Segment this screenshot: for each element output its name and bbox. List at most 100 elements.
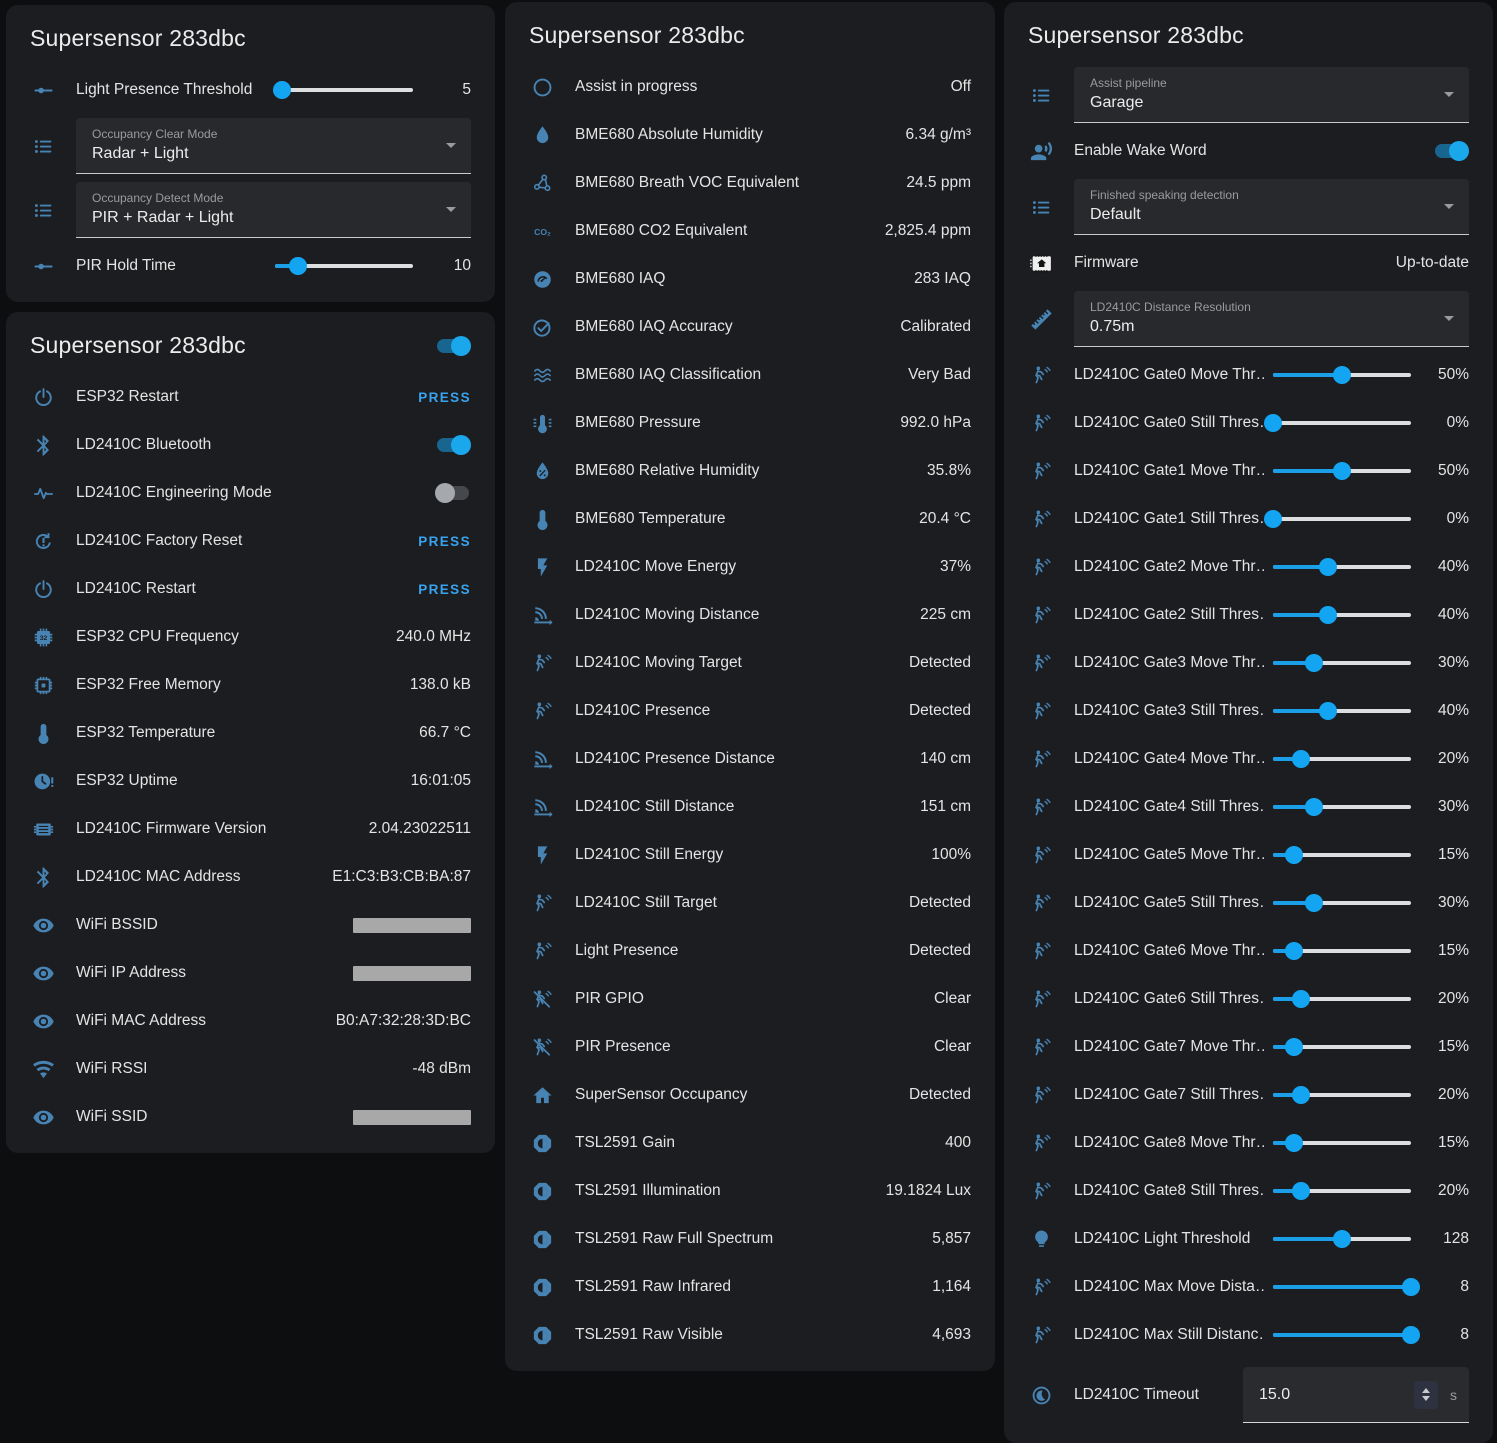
toggle-knob[interactable] bbox=[435, 483, 455, 503]
entity-row[interactable]: LD2410C Gate4 Still Thres…30% bbox=[1020, 783, 1477, 831]
entity-row[interactable]: ESP32 Uptime16:01:05 bbox=[22, 757, 479, 805]
entity-row[interactable]: LD2410C Factory ResetPRESS bbox=[22, 517, 479, 565]
entity-row[interactable]: LD2410C Still Distance151 cm bbox=[521, 783, 979, 831]
entity-row[interactable]: LD2410C MAC AddressE1:C3:B3:CB:BA:87 bbox=[22, 853, 479, 901]
slider-knob[interactable] bbox=[1333, 462, 1351, 480]
threshold-slider[interactable] bbox=[1273, 1229, 1411, 1249]
entity-row[interactable]: TSL2591 Illumination19.1824 Lux bbox=[521, 1167, 979, 1215]
toggle-knob[interactable] bbox=[1449, 141, 1469, 161]
entity-row[interactable]: LD2410C Gate2 Move Thr…40% bbox=[1020, 543, 1477, 591]
threshold-slider[interactable] bbox=[1273, 1133, 1411, 1153]
entity-row[interactable]: LD2410C Gate4 Move Thr…20% bbox=[1020, 735, 1477, 783]
entity-row[interactable]: WiFi IP Address bbox=[22, 949, 479, 997]
entity-row[interactable]: LD2410C Gate5 Move Thr…15% bbox=[1020, 831, 1477, 879]
slider-knob[interactable] bbox=[1292, 1182, 1310, 1200]
entity-row[interactable]: ESP32 Free Memory138.0 kB bbox=[22, 661, 479, 709]
entity-row[interactable]: LD2410C Gate3 Move Thr…30% bbox=[1020, 639, 1477, 687]
entity-row[interactable]: BME680 Absolute Humidity6.34 g/m³ bbox=[521, 111, 979, 159]
entity-row[interactable]: BME680 Relative Humidity35.8% bbox=[521, 447, 979, 495]
entity-row[interactable]: Light PresenceDetected bbox=[521, 927, 979, 975]
threshold-slider[interactable] bbox=[275, 256, 413, 276]
slider-knob[interactable] bbox=[1292, 1086, 1310, 1104]
slider-knob[interactable] bbox=[1402, 1278, 1420, 1296]
number-input[interactable]: 15.0s bbox=[1243, 1367, 1469, 1423]
entity-row[interactable]: LD2410C Gate5 Still Thres…30% bbox=[1020, 879, 1477, 927]
entity-row[interactable]: PIR PresenceClear bbox=[521, 1023, 979, 1071]
entity-row[interactable]: BME680 IAQ ClassificationVery Bad bbox=[521, 351, 979, 399]
slider-knob[interactable] bbox=[1285, 846, 1303, 864]
slider-knob[interactable] bbox=[1319, 606, 1337, 624]
toggle-switch[interactable] bbox=[1433, 141, 1469, 161]
slider-knob[interactable] bbox=[1402, 1326, 1420, 1344]
threshold-slider[interactable] bbox=[1273, 461, 1411, 481]
threshold-slider[interactable] bbox=[1273, 893, 1411, 913]
threshold-slider[interactable] bbox=[1273, 701, 1411, 721]
entity-row[interactable]: LD2410C Still Energy100% bbox=[521, 831, 979, 879]
threshold-slider[interactable] bbox=[1273, 605, 1411, 625]
entity-row[interactable]: LD2410C Gate7 Still Thres…20% bbox=[1020, 1071, 1477, 1119]
slider-knob[interactable] bbox=[1333, 366, 1351, 384]
toggle-switch[interactable] bbox=[435, 435, 471, 455]
slider-knob[interactable] bbox=[1285, 1134, 1303, 1152]
entity-row[interactable]: TSL2591 Raw Full Spectrum5,857 bbox=[521, 1215, 979, 1263]
slider-knob[interactable] bbox=[273, 81, 291, 99]
entity-row[interactable]: BME680 IAQ283 IAQ bbox=[521, 255, 979, 303]
slider-knob[interactable] bbox=[1264, 510, 1282, 528]
entity-row[interactable]: Light Presence Threshold5 bbox=[22, 66, 479, 114]
chevron-up-icon[interactable] bbox=[1422, 1388, 1430, 1393]
slider-knob[interactable] bbox=[1319, 558, 1337, 576]
entity-row[interactable]: LD2410C Timeout15.0s bbox=[1020, 1359, 1477, 1431]
entity-row[interactable]: WiFi RSSI-48 dBm bbox=[22, 1045, 479, 1093]
entity-row[interactable]: TSL2591 Raw Visible4,693 bbox=[521, 1311, 979, 1359]
toggle-knob[interactable] bbox=[451, 435, 471, 455]
entity-row[interactable]: LD2410C Gate8 Move Thr…15% bbox=[1020, 1119, 1477, 1167]
entity-row[interactable]: ESP32 Temperature66.7 °C bbox=[22, 709, 479, 757]
entity-row[interactable]: Assist in progressOff bbox=[521, 63, 979, 111]
entity-row[interactable]: BME680 Pressure992.0 hPa bbox=[521, 399, 979, 447]
slider-knob[interactable] bbox=[1292, 750, 1310, 768]
select-field[interactable]: Assist pipelineGarage bbox=[1074, 67, 1469, 123]
entity-row[interactable]: BME680 Temperature20.4 °C bbox=[521, 495, 979, 543]
select-field[interactable]: Occupancy Detect ModePIR + Radar + Light bbox=[76, 182, 471, 238]
threshold-slider[interactable] bbox=[1273, 797, 1411, 817]
entity-row[interactable]: FirmwareUp-to-date bbox=[1020, 239, 1477, 287]
entity-row[interactable]: SuperSensor OccupancyDetected bbox=[521, 1071, 979, 1119]
entity-row[interactable]: BME680 Breath VOC Equivalent24.5 ppm bbox=[521, 159, 979, 207]
entity-row[interactable]: LD2410C PresenceDetected bbox=[521, 687, 979, 735]
entity-row[interactable]: LD2410C Gate1 Still Thres…0% bbox=[1020, 495, 1477, 543]
toggle-switch[interactable] bbox=[435, 483, 471, 503]
stepper[interactable] bbox=[1414, 1381, 1438, 1409]
entity-row[interactable]: LD2410C Max Still Distanc…8 bbox=[1020, 1311, 1477, 1359]
entity-row[interactable]: LD2410C Presence Distance140 cm bbox=[521, 735, 979, 783]
slider-knob[interactable] bbox=[1264, 414, 1282, 432]
entity-row[interactable]: PIR Hold Time10 bbox=[22, 242, 479, 290]
entity-row[interactable]: LD2410C Gate8 Still Thres…20% bbox=[1020, 1167, 1477, 1215]
entity-row[interactable]: 32ESP32 CPU Frequency240.0 MHz bbox=[22, 613, 479, 661]
threshold-slider[interactable] bbox=[1273, 509, 1411, 529]
entity-row[interactable]: LD2410C RestartPRESS bbox=[22, 565, 479, 613]
slider-knob[interactable] bbox=[1305, 654, 1323, 672]
entity-row[interactable]: LD2410C Gate0 Still Thres…0% bbox=[1020, 399, 1477, 447]
entity-row[interactable]: LD2410C Firmware Version2.04.23022511 bbox=[22, 805, 479, 853]
threshold-slider[interactable] bbox=[1273, 1037, 1411, 1057]
entity-row[interactable]: LD2410C Engineering Mode bbox=[22, 469, 479, 517]
threshold-slider[interactable] bbox=[1273, 845, 1411, 865]
press-button[interactable]: PRESS bbox=[418, 534, 471, 549]
entity-row[interactable]: LD2410C Gate3 Still Thres…40% bbox=[1020, 687, 1477, 735]
entity-row[interactable]: BME680 IAQ AccuracyCalibrated bbox=[521, 303, 979, 351]
entity-row[interactable]: WiFi MAC AddressB0:A7:32:28:3D:BC bbox=[22, 997, 479, 1045]
entity-row[interactable]: Enable Wake Word bbox=[1020, 127, 1477, 175]
entity-row[interactable]: LD2410C Move Energy37% bbox=[521, 543, 979, 591]
entity-row[interactable]: WiFi BSSID bbox=[22, 901, 479, 949]
toggle-knob[interactable] bbox=[451, 336, 471, 356]
entity-row[interactable]: TSL2591 Raw Infrared1,164 bbox=[521, 1263, 979, 1311]
entity-row[interactable]: LD2410C Gate6 Still Thres…20% bbox=[1020, 975, 1477, 1023]
entity-row[interactable]: LD2410C Gate7 Move Thr…15% bbox=[1020, 1023, 1477, 1071]
chevron-down-icon[interactable] bbox=[1422, 1396, 1430, 1401]
select-field[interactable]: Finished speaking detectionDefault bbox=[1074, 179, 1469, 235]
threshold-slider[interactable] bbox=[275, 80, 413, 100]
entity-row[interactable]: CO₂BME680 CO2 Equivalent2,825.4 ppm bbox=[521, 207, 979, 255]
threshold-slider[interactable] bbox=[1273, 1325, 1411, 1345]
entity-row[interactable]: LD2410C Still TargetDetected bbox=[521, 879, 979, 927]
entity-row[interactable]: WiFi SSID bbox=[22, 1093, 479, 1141]
